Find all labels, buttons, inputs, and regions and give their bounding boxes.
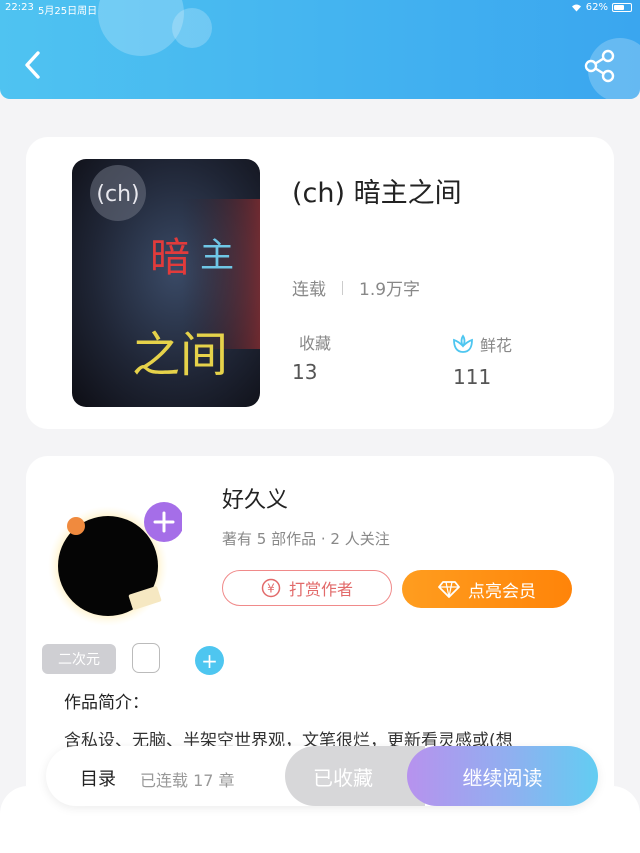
favorites-value: 13 <box>292 360 318 384</box>
cover-char-1: 暗 <box>150 235 190 281</box>
author-avatar[interactable] <box>46 486 184 626</box>
flowers-value: 111 <box>453 365 492 389</box>
yen-coin-icon: ¥ <box>261 578 281 598</box>
book-status: 连载 <box>292 280 326 300</box>
cover-char-2: 主 <box>200 236 234 276</box>
tip-author-button[interactable]: ¥ 打赏作者 <box>222 570 392 606</box>
toc-button[interactable]: 目录 <box>80 765 116 791</box>
intro-heading: 作品简介： <box>64 693 149 713</box>
chevron-left-icon <box>25 51 40 79</box>
flower-icon <box>453 334 473 353</box>
plus-icon: + <box>201 648 218 673</box>
svg-text:¥: ¥ <box>267 582 275 596</box>
continue-reading-button[interactable]: 继续阅读 <box>407 746 598 806</box>
status-bar: 22:23 5月25日周日 62% <box>0 0 640 17</box>
divider <box>342 280 343 295</box>
empty-tag[interactable] <box>132 643 160 673</box>
genre-tag[interactable]: 二次元 <box>42 644 116 674</box>
wifi-icon <box>571 4 581 12</box>
battery-percent: 62% <box>585 2 608 13</box>
cover-prefix: (ch) <box>96 182 139 207</box>
status-date: 5月25日周日 <box>38 6 98 17</box>
author-name[interactable]: 好久义 <box>222 482 288 514</box>
book-title: (ch) 暗主之间 <box>292 178 462 209</box>
flowers-label: 鲜花 <box>480 336 513 355</box>
app-header: 22:23 5月25日周日 62% <box>0 0 640 99</box>
author-meta: 著有 5 部作品 · 2 人关注 <box>222 530 390 548</box>
book-meta: 连载 1.9万字 <box>292 275 420 300</box>
book-word-count: 1.9万字 <box>359 280 421 300</box>
flowers-stat[interactable]: 鲜花 <box>452 332 512 356</box>
back-button[interactable] <box>18 47 50 83</box>
collected-label: 已收藏 <box>313 765 373 790</box>
tip-author-label: 打赏作者 <box>288 580 353 599</box>
chapter-count: 已连载 17 章 <box>140 771 235 790</box>
diamond-icon <box>438 581 460 598</box>
share-icon <box>584 49 615 83</box>
add-tag-button[interactable]: + <box>195 646 224 675</box>
avatar-image <box>48 502 184 626</box>
share-button[interactable] <box>582 48 618 84</box>
collected-button[interactable]: 已收藏 <box>285 746 425 806</box>
continue-reading-label: 继续阅读 <box>462 765 543 790</box>
vip-button[interactable]: 点亮会员 <box>402 570 572 608</box>
cover-artwork: (ch) 暗 主 之间 <box>72 159 260 407</box>
author-card: 好久义 著有 5 部作品 · 2 人关注 ¥ 打赏作者 点亮会员 二次元 + 作… <box>26 456 614 786</box>
book-info-card: (ch) 暗 主 之间 (ch) 暗主之间 连载 1.9万字 收藏 13 鲜花 … <box>26 137 614 429</box>
vip-label: 点亮会员 <box>468 581 536 602</box>
favorites-label: 收藏 <box>299 334 332 353</box>
book-cover[interactable]: (ch) 暗 主 之间 <box>72 159 260 407</box>
bottom-action-bar: 目录 已连载 17 章 已收藏 继续阅读 <box>46 746 598 806</box>
status-time: 22:23 <box>5 2 34 13</box>
battery-icon <box>612 3 632 12</box>
cover-line-2: 之间 <box>132 327 228 383</box>
